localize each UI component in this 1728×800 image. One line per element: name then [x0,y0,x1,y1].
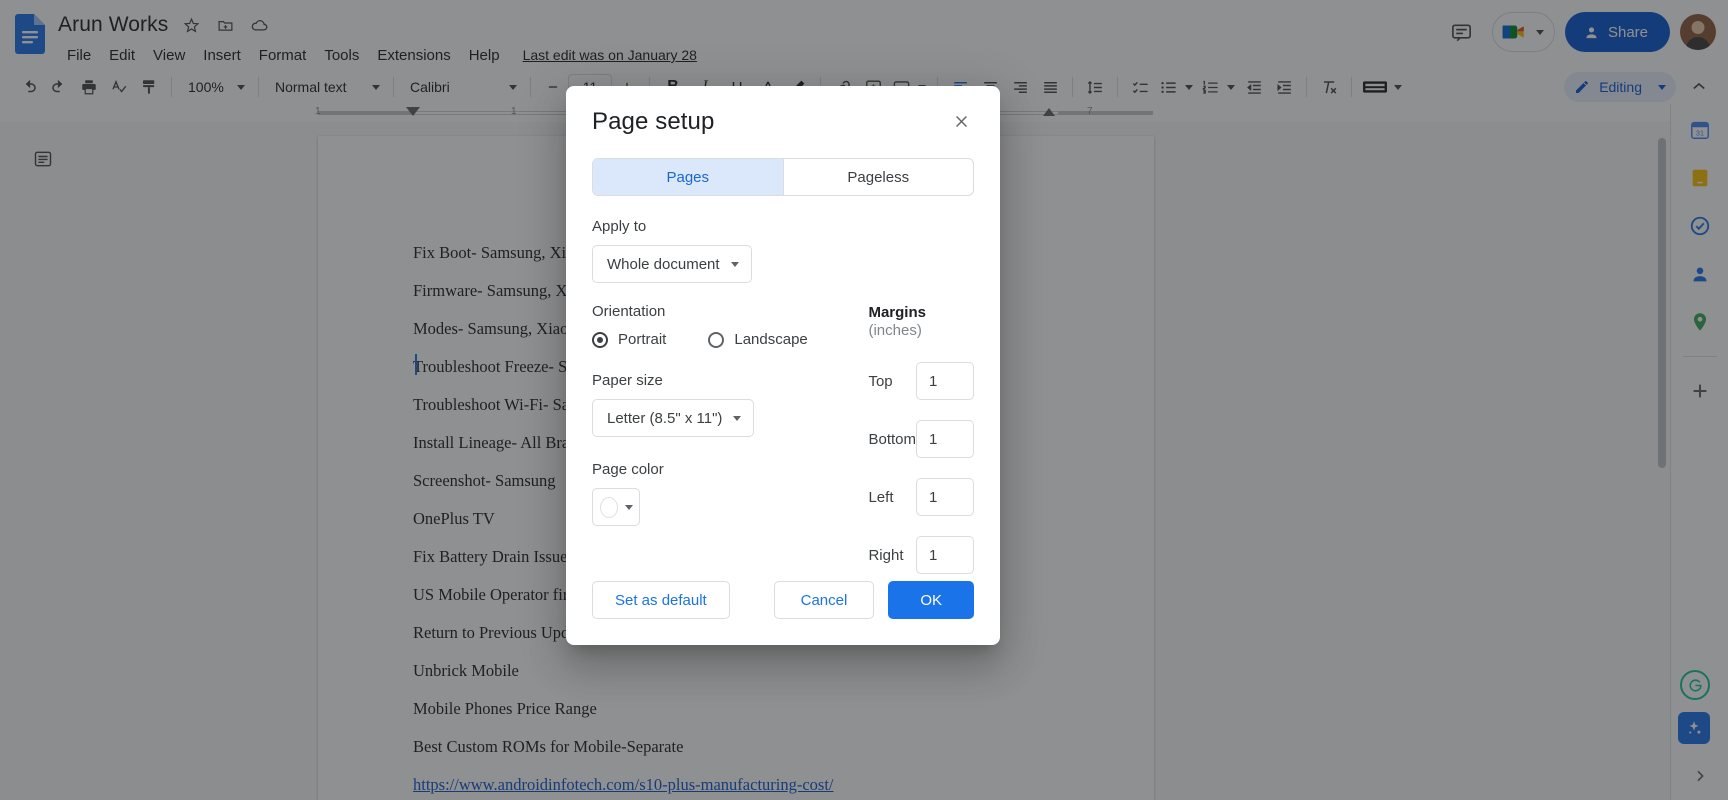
google-docs-window: Arun Works [0,0,1728,800]
orientation-radio-group: Portrait Landscape [592,331,866,348]
margin-right-label: Right [868,546,904,564]
margin-bottom-input[interactable]: 1 [916,420,974,458]
tab-pageless[interactable]: Pageless [782,159,974,195]
apply-to-label: Apply to [592,218,647,235]
dialog-right-column: Margins (inches) Top 1 Bottom 1 Left 1 R… [866,303,974,574]
margin-right-input[interactable]: 1 [916,536,974,574]
margin-top-row: Top 1 [868,362,974,400]
dialog-title: Page setup [592,108,715,135]
apply-to-section: Apply to Whole document [592,218,974,283]
orientation-portrait-label: Portrait [618,331,667,348]
orientation-landscape-option[interactable]: Landscape [708,331,808,348]
page-mode-tabs: Pages Pageless [592,158,974,196]
set-as-default-button[interactable]: Set as default [592,581,730,619]
chevron-down-icon [733,415,742,421]
ok-button[interactable]: OK [888,581,974,619]
chevron-down-icon [625,504,633,510]
margin-left-input[interactable]: 1 [916,478,974,516]
margin-bottom-label: Bottom [868,430,916,448]
margins-header: Margins (inches) [868,304,974,340]
orientation-section: Orientation Portrait Landscape [592,303,866,348]
radio-selected-icon[interactable] [592,331,608,348]
orientation-label: Orientation [592,303,666,320]
margin-top-label: Top [868,372,893,390]
page-setup-dialog: Page setup Pages Pageless Apply to Whole… [566,86,1000,645]
dialog-columns: Orientation Portrait Landscape Paper siz… [592,303,974,574]
radio-unselected-icon[interactable] [708,331,725,348]
tab-pages[interactable]: Pages [593,159,783,195]
page-color-label: Page color [592,461,664,478]
paper-size-value: Letter (8.5" x 11") [607,409,723,427]
margin-right-row: Right 1 [868,536,974,574]
apply-to-value: Whole document [607,255,720,273]
cancel-button[interactable]: Cancel [773,581,875,619]
margin-top-input[interactable]: 1 [916,362,974,400]
paper-size-label: Paper size [592,372,663,389]
paper-size-select[interactable]: Letter (8.5" x 11") [592,399,755,437]
dialog-header: Page setup [592,86,974,136]
margin-bottom-row: Bottom 1 [868,420,974,458]
margins-label: Margins [868,304,926,321]
color-swatch-icon [600,496,618,518]
orientation-portrait-option[interactable]: Portrait [592,331,666,348]
chevron-down-icon [730,261,739,267]
apply-to-select[interactable]: Whole document [592,245,752,283]
margin-left-row: Left 1 [868,478,974,516]
paper-size-section: Paper size Letter (8.5" x 11") [592,372,866,437]
margin-left-label: Left [868,488,894,506]
orientation-landscape-label: Landscape [734,331,808,348]
page-color-select[interactable] [592,488,640,526]
page-color-section: Page color [592,461,866,526]
dialog-left-column: Orientation Portrait Landscape Paper siz… [592,303,866,574]
margins-unit: (inches) [868,322,922,339]
close-icon[interactable] [948,108,974,134]
dialog-actions: Set as default Cancel OK [592,581,974,619]
